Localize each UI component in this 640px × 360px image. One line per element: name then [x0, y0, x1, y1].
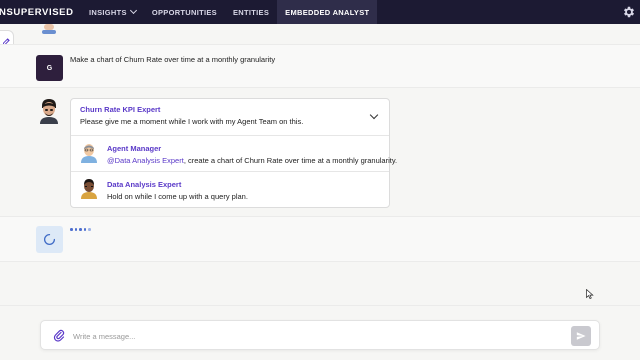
agent-response-card: Churn Rate KPI Expert Please give me a m…: [70, 98, 397, 208]
mention-link[interactable]: @Data Analysis Expert: [107, 156, 184, 165]
agent-message-text: Please give me a moment while I work wit…: [80, 117, 304, 126]
message-composer: [40, 320, 600, 350]
nav-item-embedded-analyst[interactable]: EMBEDDED ANALYST: [277, 0, 378, 24]
nav-item-label: ENTITIES: [232, 7, 270, 17]
app-logo[interactable]: NSUPERVISED: [0, 7, 81, 18]
spinner-icon: [44, 233, 56, 245]
typing-indicator: [70, 228, 91, 231]
user-avatar: G: [36, 55, 63, 81]
sub-agent-message: Agent Manager @Data Analysis Expert, cre…: [71, 136, 397, 172]
loading-message-row: [0, 216, 640, 262]
chevron-down-icon: [129, 6, 137, 15]
nav-item-entities[interactable]: ENTITIES: [225, 0, 277, 24]
nav-item-insights[interactable]: INSIGHTS: [81, 0, 144, 24]
typing-dot: [70, 228, 73, 231]
nav-item-opportunities[interactable]: OPPORTUNITIES: [144, 0, 225, 24]
sub-agent-name: Data Analysis Expert: [107, 180, 182, 189]
user-message-row: G Make a chart of Churn Rate over time a…: [0, 44, 640, 88]
send-button[interactable]: [571, 326, 591, 346]
typing-dot: [74, 228, 77, 231]
agent-message-row: Churn Rate KPI Expert Please give me a m…: [0, 88, 640, 216]
main-nav: INSIGHTS OPPORTUNITIES ENTITIES EMBEDDED…: [81, 0, 378, 24]
agent-name: Churn Rate KPI Expert: [80, 105, 161, 114]
loading-spinner: [36, 226, 63, 253]
typing-dot: [88, 228, 91, 231]
agent-avatar-icon: [42, 24, 56, 34]
gear-icon[interactable]: [622, 5, 636, 19]
chat-spacer: [0, 262, 640, 306]
mouse-cursor-icon: [586, 289, 594, 299]
sub-agent-message: Data Analysis Expert Hold on while I com…: [71, 172, 389, 208]
send-icon: [576, 332, 586, 340]
typing-dot: [83, 228, 86, 231]
message-input[interactable]: [73, 328, 553, 344]
nav-item-label: OPPORTUNITIES: [151, 7, 217, 17]
user-message-text: Make a chart of Churn Rate over time at …: [70, 55, 276, 64]
top-nav-bar: NSUPERVISED INSIGHTS OPPORTUNITIES ENTIT…: [0, 0, 640, 24]
sub-agent-message-text: Hold on while I come up with a query pla…: [107, 192, 248, 201]
nav-item-label: EMBEDDED ANALYST: [285, 7, 370, 17]
agent-avatar-icon: [40, 99, 58, 124]
sub-agent-message-text: @Data Analysis Expert, create a chart of…: [107, 156, 397, 165]
sub-agent-message-body: , create a chart of Churn Rate over time…: [183, 156, 398, 165]
data-analysis-expert-avatar-icon: [81, 179, 97, 199]
typing-dot: [79, 228, 82, 231]
paperclip-icon[interactable]: [53, 329, 65, 343]
agent-manager-avatar-icon: [81, 144, 97, 163]
sub-agent-name: Agent Manager: [107, 144, 162, 153]
agent-card-header[interactable]: Churn Rate KPI Expert Please give me a m…: [71, 99, 389, 136]
nav-item-label: INSIGHTS: [89, 7, 127, 17]
